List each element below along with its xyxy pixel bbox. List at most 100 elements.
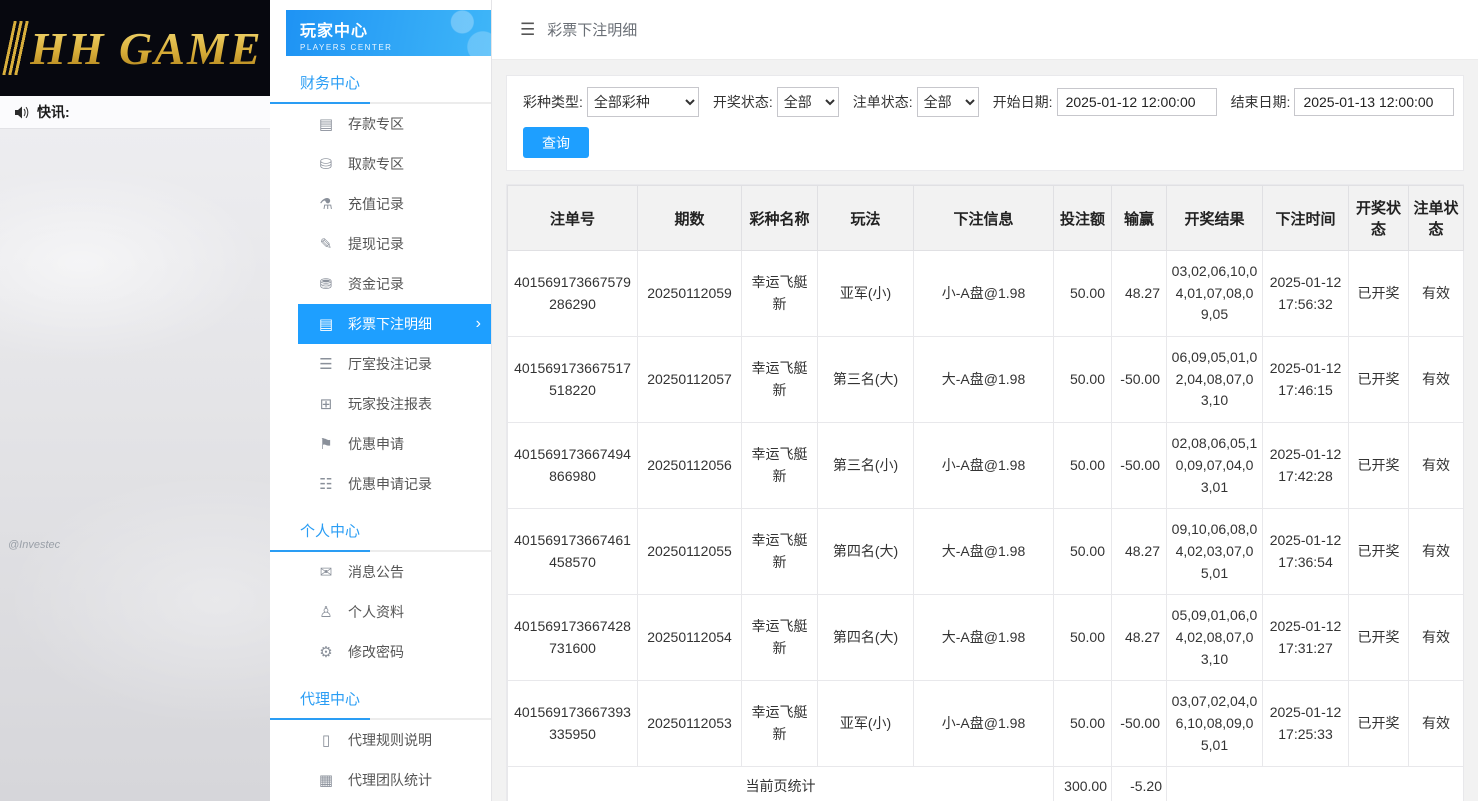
cell-win-loss: -50.00 — [1112, 681, 1167, 767]
cell-bet-time: 2025-01-12 17:31:27 — [1263, 595, 1349, 681]
cell-bet-amount: 50.00 — [1054, 509, 1112, 595]
cell-play-type: 第四名(大) — [818, 509, 914, 595]
recharge-record-icon: ⚗ — [316, 195, 336, 213]
order-status-select[interactable]: 全部 — [917, 87, 979, 117]
app-root: HH GAME 快讯: @Investec 玩家中心 PLAYERS CENTE… — [0, 0, 1478, 801]
sidebar-subtitle: PLAYERS CENTER — [300, 43, 491, 52]
cell-order-no: 401569173667428731600 — [508, 595, 638, 681]
lottery-type-select[interactable]: 全部彩种 — [587, 87, 699, 117]
sidebar-item[interactable]: ⚑优惠申请 — [270, 424, 491, 464]
ticker-label: 快讯: — [37, 102, 70, 122]
draw-status-label: 开奖状态: — [713, 92, 773, 112]
sidebar-item[interactable]: ⊞玩家投注报表 — [270, 384, 491, 424]
col-draw-result: 开奖结果 — [1167, 186, 1263, 251]
sidebar-item-label: 优惠申请记录 — [348, 474, 432, 494]
cell-draw-status: 已开奖 — [1349, 423, 1409, 509]
deposit-icon: ▤ — [316, 115, 336, 133]
cell-period: 20250112059 — [638, 251, 742, 337]
cell-bet-amount: 50.00 — [1054, 681, 1112, 767]
sidebar-item[interactable]: ♙个人资料 — [270, 592, 491, 632]
end-date-input[interactable] — [1294, 88, 1454, 116]
cell-draw-result: 03,07,02,04,06,10,08,09,05,01 — [1167, 681, 1263, 767]
lottery-bet-detail-icon: ▤ — [316, 315, 336, 333]
left-pane: HH GAME 快讯: @Investec — [0, 0, 270, 801]
sidebar-item[interactable]: ▤ 彩票下注明细 › — [298, 304, 491, 344]
col-win-loss: 输赢 — [1112, 186, 1167, 251]
cell-win-loss: 48.27 — [1112, 509, 1167, 595]
sidebar-item[interactable]: ☷优惠申请记录 — [270, 464, 491, 504]
sidebar-item[interactable]: ▦代理团队统计 — [270, 760, 491, 800]
sidebar-item[interactable]: ⚙ 修改密码 — [270, 632, 491, 672]
sidebar-item-label: 提现记录 — [348, 234, 404, 254]
col-play-type: 玩法 — [818, 186, 914, 251]
col-order-no: 注单号 — [508, 186, 638, 251]
sidebar-item[interactable]: ⛃资金记录 — [270, 264, 491, 304]
table-row: 40156917366739333595020250112053幸运飞艇新亚军(… — [508, 681, 1464, 767]
summary-bet-total: 300.00 — [1054, 767, 1112, 801]
agent-team-stats-icon: ▦ — [316, 771, 336, 789]
cell-order-status: 有效 — [1409, 681, 1464, 767]
sidebar-item-label: 资金记录 — [348, 274, 404, 294]
player-bet-report-icon: ⊞ — [316, 395, 336, 413]
col-order-status: 注单状态 — [1409, 186, 1464, 251]
cell-lottery-name: 幸运飞艇新 — [742, 423, 818, 509]
announcement-icon: ✉ — [316, 563, 336, 581]
cell-order-status: 有效 — [1409, 509, 1464, 595]
cell-win-loss: 48.27 — [1112, 595, 1167, 681]
cashout-record-icon: ✎ — [316, 235, 336, 253]
chevron-right-icon: › — [476, 315, 481, 333]
cell-lottery-name: 幸运飞艇新 — [742, 509, 818, 595]
sidebar-item-label: 彩票下注明细 — [348, 314, 432, 334]
sidebar-item-label: 存款专区 — [348, 114, 404, 134]
summary-row: 当前页统计300.00-5.20 — [508, 767, 1464, 801]
brand-bar: HH GAME — [0, 0, 270, 96]
sidebar-item-label: 充值记录 — [348, 194, 404, 214]
change-password-icon: ⚙ — [316, 643, 336, 661]
sidebar-item[interactable]: ⛁取款专区 — [270, 144, 491, 184]
cell-bet-time: 2025-01-12 17:36:54 — [1263, 509, 1349, 595]
topbar: ☰ 彩票下注明细 — [492, 0, 1478, 60]
query-button[interactable]: 查询 — [523, 127, 589, 158]
cell-bet-amount: 50.00 — [1054, 595, 1112, 681]
sidebar-item[interactable]: ✉ 消息公告 — [270, 552, 491, 592]
sidebar-item-label: 取款专区 — [348, 154, 404, 174]
cell-draw-result: 03,02,06,10,04,01,07,08,09,05 — [1167, 251, 1263, 337]
table-body: 40156917366757928629020250112059幸运飞艇新亚军(… — [508, 251, 1464, 801]
cell-win-loss: 48.27 — [1112, 251, 1167, 337]
draw-status-select[interactable]: 全部 — [777, 87, 839, 117]
main-area: ☰ 彩票下注明细 彩种类型: 全部彩种 开奖状态: 全部 注单状态: 全部 — [492, 0, 1478, 801]
sidebar-item-label: 个人资料 — [348, 602, 404, 622]
sidebar-item[interactable]: ▤ 存款专区 — [270, 104, 491, 144]
hall-bet-record-icon: ☰ — [316, 355, 336, 373]
sidebar-section-title: 财务中心 — [270, 56, 491, 104]
bet-table: 注单号 期数 彩种名称 玩法 下注信息 投注额 输赢 开奖结果 下注时间 开奖状… — [507, 185, 1464, 801]
brand-logo: HH GAME — [30, 22, 263, 75]
col-bet-time: 下注时间 — [1263, 186, 1349, 251]
cell-lottery-name: 幸运飞艇新 — [742, 595, 818, 681]
cell-bet-info: 大-A盘@1.98 — [914, 337, 1054, 423]
sidebar-item[interactable]: ⚗ 充值记录 — [270, 184, 491, 224]
start-date-input[interactable] — [1057, 88, 1217, 116]
sidebar-item-label: 消息公告 — [348, 562, 404, 582]
table-header-row: 注单号 期数 彩种名称 玩法 下注信息 投注额 输赢 开奖结果 下注时间 开奖状… — [508, 186, 1464, 251]
sidebar-item[interactable]: ✎ 提现记录 — [270, 224, 491, 264]
sidebar-item-label: 修改密码 — [348, 642, 404, 662]
col-draw-status: 开奖状态 — [1349, 186, 1409, 251]
cell-order-no: 401569173667461458570 — [508, 509, 638, 595]
cell-bet-info: 小-A盘@1.98 — [914, 251, 1054, 337]
cell-draw-result: 06,09,05,01,02,04,08,07,03,10 — [1167, 337, 1263, 423]
speaker-icon — [14, 106, 29, 119]
table-row: 40156917366742873160020250112054幸运飞艇新第四名… — [508, 595, 1464, 681]
cell-order-no: 401569173667517518220 — [508, 337, 638, 423]
sidebar-item[interactable]: ☰厅室投注记录 — [270, 344, 491, 384]
col-period: 期数 — [638, 186, 742, 251]
table-row: 40156917366749486698020250112056幸运飞艇新第三名… — [508, 423, 1464, 509]
cell-play-type: 第四名(大) — [818, 595, 914, 681]
cell-play-type: 第三名(小) — [818, 423, 914, 509]
content: 彩种类型: 全部彩种 开奖状态: 全部 注单状态: 全部 开始日期: 结束日期: — [492, 60, 1478, 801]
menu-icon[interactable]: ☰ — [520, 20, 535, 40]
sidebar-section-title: 个人中心 — [270, 504, 491, 552]
cell-period: 20250112053 — [638, 681, 742, 767]
cell-bet-amount: 50.00 — [1054, 251, 1112, 337]
sidebar-item[interactable]: ▯代理规则说明 — [270, 720, 491, 760]
